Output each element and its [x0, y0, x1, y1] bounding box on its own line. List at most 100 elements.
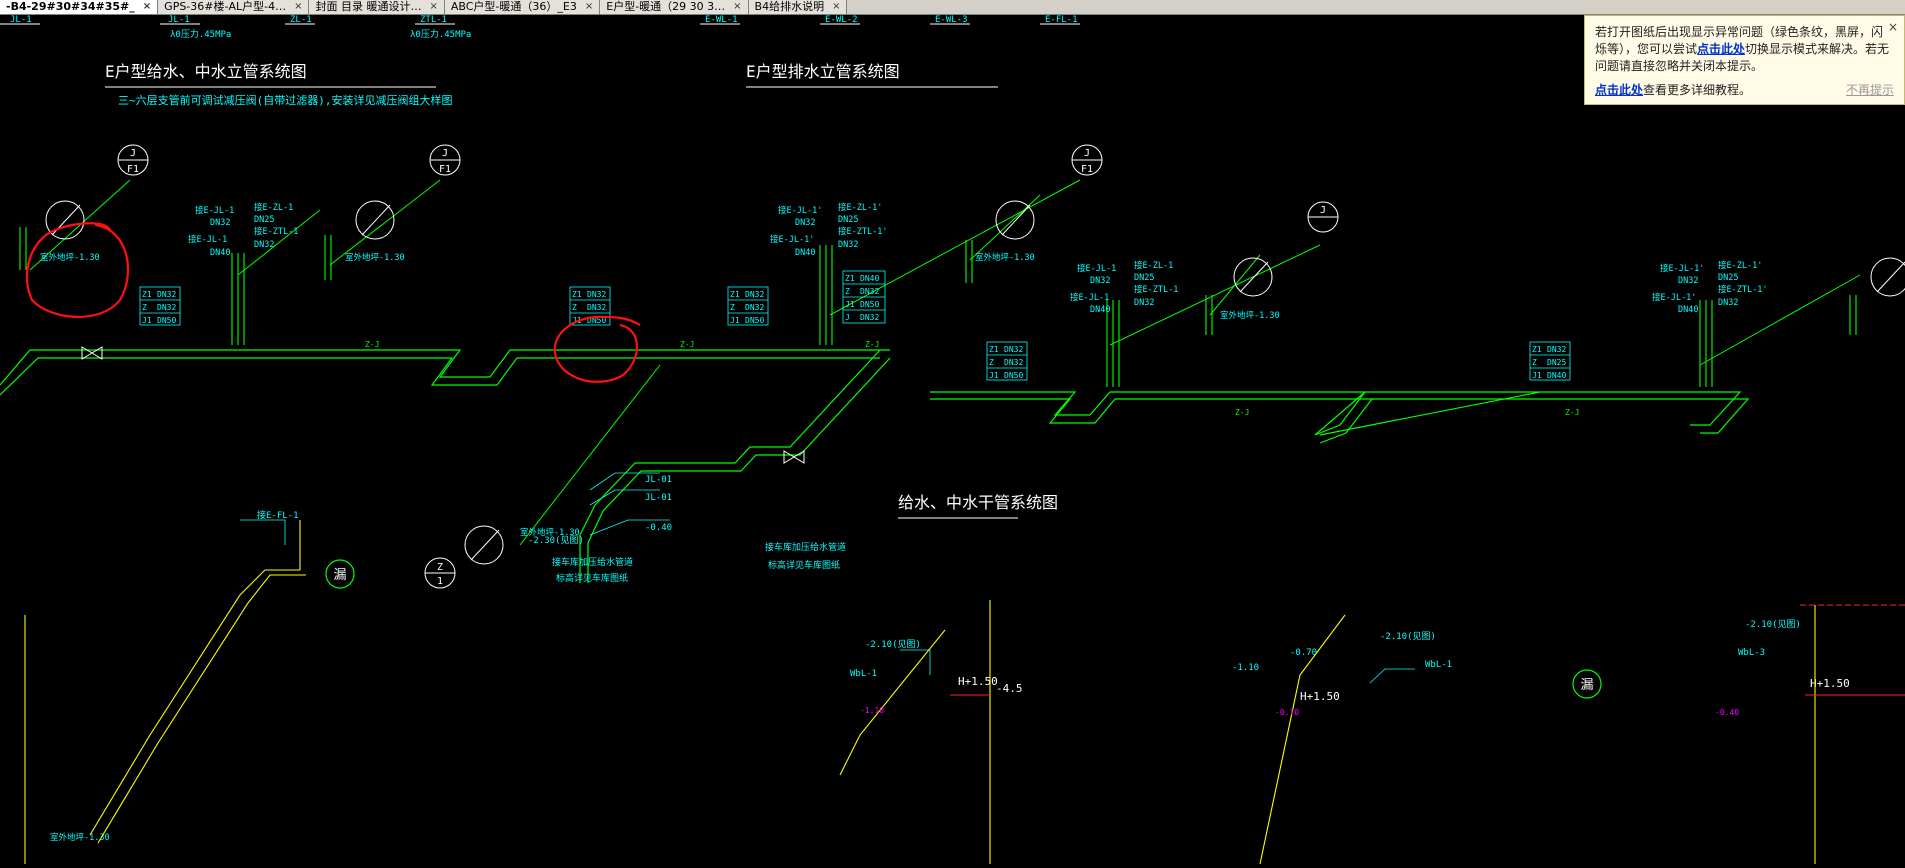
- grid6-z1: Z1: [845, 274, 855, 283]
- callout-zl1p-a: 接E-ZL-1': [838, 202, 882, 213]
- note-connect-1b: 接车库加压给水管道: [765, 541, 846, 553]
- grid6-dn40: DN40: [860, 274, 879, 283]
- display-notice-banner: × 若打开图纸后出现显示异常问题（绿色条纹，黑屏，闪烁等），您可以尝试点击此处切…: [1584, 15, 1905, 105]
- grid4-j1: J1: [989, 371, 999, 380]
- markup-circle-1: [25, 222, 130, 319]
- grid6-dn50: DN50: [860, 300, 879, 309]
- cad-drawing-svg: JL-1 JL-1 ZL-1 ZTL-1 E-WL-1 E-WL-2 E-WL-…: [0, 15, 1905, 865]
- grid3-z: Z: [730, 303, 735, 312]
- callout-jl1-c: 接E-JL-1: [1077, 263, 1116, 274]
- tab-close-icon[interactable]: ×: [832, 0, 840, 14]
- grid1-j1: J1: [142, 316, 152, 325]
- document-tab-4[interactable]: E户型-暖通（29 30 3… ×: [600, 0, 749, 14]
- title-bottom: 给水、中水干管系统图: [898, 493, 1058, 512]
- note-wbl3: WbL-3: [1738, 648, 1765, 658]
- tab-label: -B4-29#30#34#35#_: [6, 0, 135, 13]
- tutorial-link[interactable]: 点击此处: [1595, 83, 1643, 97]
- grid1-dn50: DN50: [157, 316, 176, 325]
- magenta-tag-3: -0.40: [1715, 708, 1739, 717]
- grid5-dn40: DN40: [1547, 371, 1566, 380]
- tab-label: 封面 目录 暖通设计…: [315, 0, 422, 13]
- elev-m210-b: -2.10(见图): [1380, 631, 1436, 642]
- note-wbl1-b: WbL-1: [1425, 660, 1452, 670]
- ref-circle-2-top: J: [442, 148, 448, 159]
- grid6-dn32b: DN32: [860, 313, 879, 322]
- elev-indoor-6: 室外地坪-1.30: [50, 832, 110, 843]
- tab-close-icon[interactable]: ×: [294, 0, 302, 14]
- cad-drawing-canvas[interactable]: JL-1 JL-1 ZL-1 ZTL-1 E-WL-1 E-WL-2 E-WL-…: [0, 15, 1905, 865]
- note-connect-1a: 接车库加压给水管道: [552, 556, 633, 568]
- elev-indoor-4: 室外地坪-1.30: [1220, 310, 1280, 321]
- document-tab-1[interactable]: GPS-36#楼-AL户型-4… ×: [158, 0, 310, 14]
- tutorial-text: 查看更多详细教程。: [1643, 83, 1752, 97]
- tab-close-icon[interactable]: ×: [585, 0, 593, 14]
- grid5-z1: Z1: [1532, 345, 1542, 354]
- notice-footer: 点击此处查看更多详细教程。 不再提示: [1595, 81, 1894, 98]
- close-icon[interactable]: ×: [1888, 20, 1898, 34]
- elev-h150-a: H+1.50: [958, 675, 998, 688]
- document-tab-5[interactable]: B4给排水说明 ×: [748, 0, 848, 14]
- grid5-dn32: DN32: [1547, 345, 1566, 354]
- grid2-dn32b: DN32: [587, 303, 606, 312]
- callout-dn32-f: DN32: [1134, 298, 1154, 308]
- callout-jl1p-c: 接E-JL-1': [1660, 263, 1704, 274]
- elev-m040: -0.40: [645, 523, 672, 533]
- elev-h150-c: H+1.50: [1300, 690, 1340, 703]
- elev-h150-b: H+1.50: [1810, 677, 1850, 690]
- callout-jl1p-d: 接E-JL-1': [1652, 292, 1696, 303]
- title-left: E户型给水、中水立管系统图: [105, 62, 307, 81]
- ref-circle-5-top: Z: [437, 562, 443, 573]
- zj-label-4: Z-J: [1235, 408, 1249, 417]
- grid5-dn25: DN25: [1547, 358, 1566, 367]
- callout-jl1-a: 接E-JL-1: [195, 205, 234, 216]
- grid1-z1: Z1: [142, 290, 152, 299]
- leak-label-2: 漏: [1580, 677, 1593, 693]
- zj-label-1: Z-J: [365, 340, 379, 349]
- callout-jl1p-a: 接E-JL-1': [778, 205, 822, 216]
- callout-dn32-c: DN32: [795, 218, 815, 228]
- grid5-j1: J1: [1532, 371, 1542, 380]
- notice-message: 若打开图纸后出现显示异常问题（绿色条纹，黑屏，闪烁等），您可以尝试点击此处切换显…: [1595, 24, 1894, 75]
- tab-label: GPS-36#楼-AL户型-4…: [164, 0, 287, 13]
- callout-jl1-b: 接E-JL-1: [188, 234, 227, 245]
- callout-dn40-c: DN40: [1090, 305, 1110, 315]
- dont-show-again-link[interactable]: 不再提示: [1846, 81, 1894, 98]
- tab-close-icon[interactable]: ×: [143, 0, 151, 14]
- grid3-j1: J1: [730, 316, 740, 325]
- grid5-z: Z: [1532, 358, 1537, 367]
- elev-m070: -0.70: [1290, 648, 1317, 658]
- ref-circle-1-bot: F1: [127, 164, 139, 175]
- switch-display-mode-link[interactable]: 点击此处: [1697, 42, 1745, 56]
- note-wbl1-a: WbL-1: [850, 669, 877, 679]
- magenta-tag-1: -1.10: [860, 706, 884, 715]
- grid4-dn50: DN50: [1004, 371, 1023, 380]
- ref-circle-5-bot: 1: [437, 576, 443, 587]
- callout-zl1-a: 接E-ZL-1: [254, 202, 293, 213]
- elev-m110: -1.10: [1232, 663, 1259, 673]
- grid1-dn32a: DN32: [157, 290, 176, 299]
- callout-zl1-b: 接E-ZL-1: [1134, 260, 1173, 271]
- zj-label-3: Z-J: [865, 340, 879, 349]
- grid2-z: Z: [572, 303, 577, 312]
- document-tab-2[interactable]: 封面 目录 暖通设计… ×: [309, 0, 445, 14]
- callout-jl1-d: 接E-JL-1: [1070, 292, 1109, 303]
- tab-close-icon[interactable]: ×: [733, 0, 741, 14]
- callout-dn25-c: DN25: [1134, 273, 1154, 283]
- callout-ztl1-b: 接E-ZTL-1: [1134, 284, 1178, 295]
- grid2-z1: Z1: [572, 290, 582, 299]
- grid6-j1: J1: [845, 300, 855, 309]
- markup-circle-2: [553, 315, 641, 383]
- elev-m210-a: -2.10(见图): [865, 639, 921, 650]
- document-tab-3[interactable]: ABC户型-暖通（36）_E3 ×: [444, 0, 601, 14]
- zj-label-2: Z-J: [680, 340, 694, 349]
- notice-tutorial: 点击此处查看更多详细教程。: [1595, 81, 1751, 98]
- callout-dn25-d: DN25: [1718, 273, 1738, 283]
- callout-dn32-e: DN32: [1090, 276, 1110, 286]
- document-tab-0[interactable]: -B4-29#30#34#35#_ ×: [0, 0, 159, 14]
- grid4-z1: Z1: [989, 345, 999, 354]
- ref-circle-4-top: J: [1320, 205, 1326, 216]
- grid4-dn32b: DN32: [1004, 358, 1023, 367]
- tab-close-icon[interactable]: ×: [429, 0, 437, 14]
- grid4-z: Z: [989, 358, 994, 367]
- callout-ztl1p-a: 接E-ZTL-1': [838, 226, 887, 237]
